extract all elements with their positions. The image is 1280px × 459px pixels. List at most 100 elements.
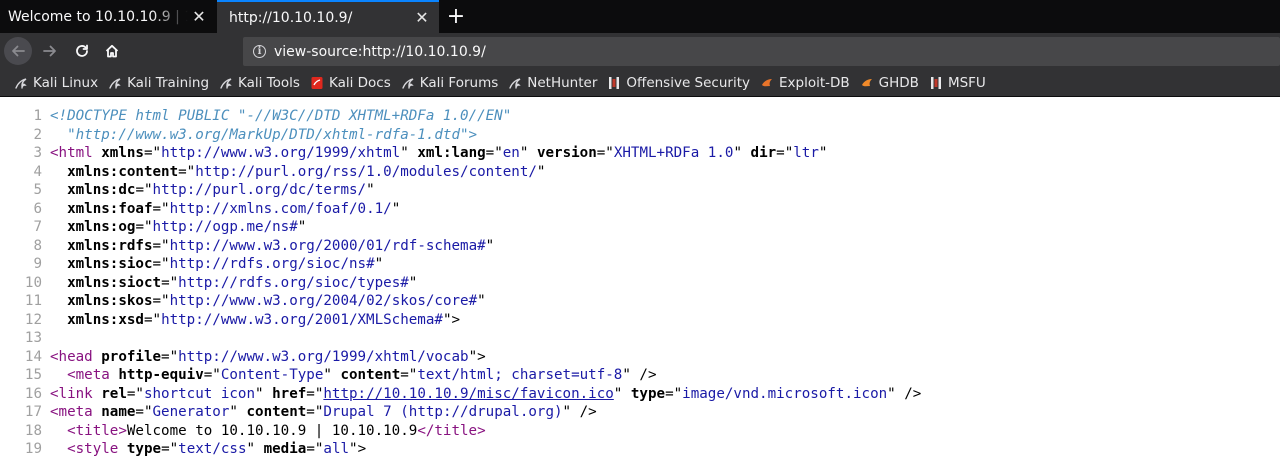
bookmark-label: Kali Training	[127, 75, 210, 91]
line-code: <link rel="shortcut icon" href="http://1…	[50, 385, 921, 404]
forward-arrow-icon[interactable]	[36, 37, 64, 65]
bookmark-label: Exploit-DB	[779, 75, 850, 91]
attribute-value: text/html; charset=utf-8	[417, 367, 623, 383]
tab-title: http://10.10.10.9/	[229, 9, 353, 26]
attribute-value: http://rdfs.org/sioc/types#	[178, 274, 409, 291]
info-icon[interactable]: i	[253, 45, 266, 58]
back-arrow-icon[interactable]	[4, 37, 32, 65]
text-token: ="	[400, 367, 418, 383]
bookmark-label: GHDB	[878, 75, 919, 91]
line-number: 18	[24, 422, 42, 439]
tab-title: Welcome to 10.10.10.9 | 10.10.10.9	[8, 8, 188, 25]
attribute-name: href	[272, 385, 307, 402]
source-line: 11 xmlns:skos="http://www.w3.org/2004/02…	[0, 292, 1280, 311]
source-line: 5 xmlns:dc="http://purl.org/dc/terms/"	[0, 181, 1280, 200]
kali-dragon-icon	[401, 76, 415, 90]
text-token: ="	[596, 145, 614, 161]
close-icon[interactable]: ✕	[411, 7, 433, 29]
attribute-name: media	[263, 441, 307, 457]
line-number: 1	[33, 108, 42, 124]
attribute-name: xmlns:content	[67, 163, 179, 180]
attribute-name: xmlns:sioc	[67, 256, 153, 272]
text-token: "	[733, 145, 751, 161]
attribute-name: type	[630, 385, 666, 402]
line-number: 17	[24, 404, 42, 420]
text-token: ="	[135, 182, 153, 198]
line-code: <head profile="http://www.w3.org/1999/xh…	[50, 348, 486, 367]
tag-token: <title>	[67, 422, 127, 439]
line-number: 19	[24, 441, 42, 457]
text-token: ="	[152, 200, 170, 217]
attribute-value: http://ogp.me/ns#	[152, 219, 298, 235]
tab-view-source[interactable]: http://10.10.10.9/ ✕	[217, 0, 439, 33]
text-token: ="	[135, 219, 153, 235]
tag-token: </title>	[417, 422, 486, 439]
line-code: "http://www.w3.org/MarkUp/DTD/xhtml-rdfa…	[50, 126, 477, 145]
tag-token: <link	[50, 385, 102, 402]
attribute-name: xmlns:skos	[67, 293, 153, 309]
line-number: 3	[33, 145, 42, 161]
attribute-name: xmlns:sioct	[67, 274, 162, 291]
attribute-value: shortcut icon	[143, 385, 256, 402]
bookmark-kali-tools[interactable]: Kali Tools	[219, 75, 300, 91]
attribute-name: rel	[101, 385, 127, 402]
line-code: <html xmlns="http://www.w3.org/1999/xhtm…	[50, 144, 827, 163]
line-number: 7	[33, 219, 42, 235]
line-code: xmlns:rdfs="http://www.w3.org/2000/01/rd…	[50, 237, 494, 256]
attribute-name: profile	[101, 348, 162, 365]
bookmark-offensive-security[interactable]: Offensive Security	[607, 75, 750, 91]
bookmark-ghdb[interactable]: GHDB	[860, 75, 919, 91]
bookmark-label: NetHunter	[527, 75, 598, 91]
source-line: 16 <link rel="shortcut icon" href="http:/…	[0, 385, 1280, 404]
line-number: 6	[33, 200, 42, 217]
text-token: " />	[887, 385, 922, 402]
new-tab-plus-icon[interactable]: +	[444, 4, 468, 29]
close-icon[interactable]: ✕	[188, 6, 210, 28]
attribute-name: xmlns	[101, 145, 144, 161]
url-text[interactable]: view-source:http://10.10.10.9/	[274, 44, 486, 60]
bookmark-nethunter[interactable]: NetHunter	[508, 75, 597, 91]
bookmark-kali-docs[interactable]: Kali Docs	[310, 75, 391, 91]
bookmark-kali-training[interactable]: Kali Training	[108, 75, 209, 91]
text-token: "	[485, 237, 495, 254]
bookmark-label: Offensive Security	[626, 75, 750, 91]
text-token: "	[374, 256, 384, 272]
source-link[interactable]: http://10.10.10.9/misc/favicon.ico	[323, 386, 613, 402]
line-code: xmlns:dc="http://purl.org/dc/terms/"	[50, 181, 375, 200]
text-token: "	[477, 293, 486, 309]
tab-welcome[interactable]: Welcome to 10.10.10.9 | 10.10.10.9 ✕	[0, 0, 216, 33]
source-line: 1 <!DOCTYPE html PUBLIC "-//W3C//DTD XHTM…	[0, 107, 1280, 126]
source-line: 13	[0, 329, 1280, 348]
line-number: 14	[24, 348, 42, 365]
line-number: 13	[24, 330, 42, 346]
line-number: 10	[24, 274, 42, 291]
text-token: ">	[468, 348, 486, 365]
attribute-name: content	[340, 367, 401, 383]
bookmark-exploit-db[interactable]: Exploit-DB	[760, 75, 850, 91]
source-line: 12 xmlns:xsd="http://www.w3.org/2001/XML…	[0, 311, 1280, 330]
text-token: "	[408, 274, 418, 291]
bookmark-msfu[interactable]: MSFU	[929, 75, 986, 91]
line-number: 8	[33, 237, 42, 254]
url-bar[interactable]: i view-source:http://10.10.10.9/	[243, 37, 1280, 66]
source-line: 18 <title>Welcome to 10.10.10.9 | 10.10.…	[0, 422, 1280, 441]
text-token: "	[536, 163, 546, 180]
home-icon[interactable]	[98, 37, 126, 65]
source-line: 4 xmlns:content="http://purl.org/rss/1.0…	[0, 163, 1280, 182]
tag-token: <meta	[50, 404, 102, 420]
bookmark-kali-forums[interactable]: Kali Forums	[401, 75, 498, 91]
bookmark-kali-linux[interactable]: Kali Linux	[14, 75, 98, 91]
source-line: 9 xmlns:sioc="http://rdfs.org/sioc/ns#"	[0, 255, 1280, 274]
source-line: 14 <head profile="http://www.w3.org/1999/…	[0, 348, 1280, 367]
kali-dragon-icon	[108, 76, 122, 90]
text-token: ">	[442, 311, 461, 328]
reload-icon[interactable]	[68, 37, 96, 65]
offsec-icon	[607, 76, 621, 90]
text-token: ="	[152, 256, 170, 272]
